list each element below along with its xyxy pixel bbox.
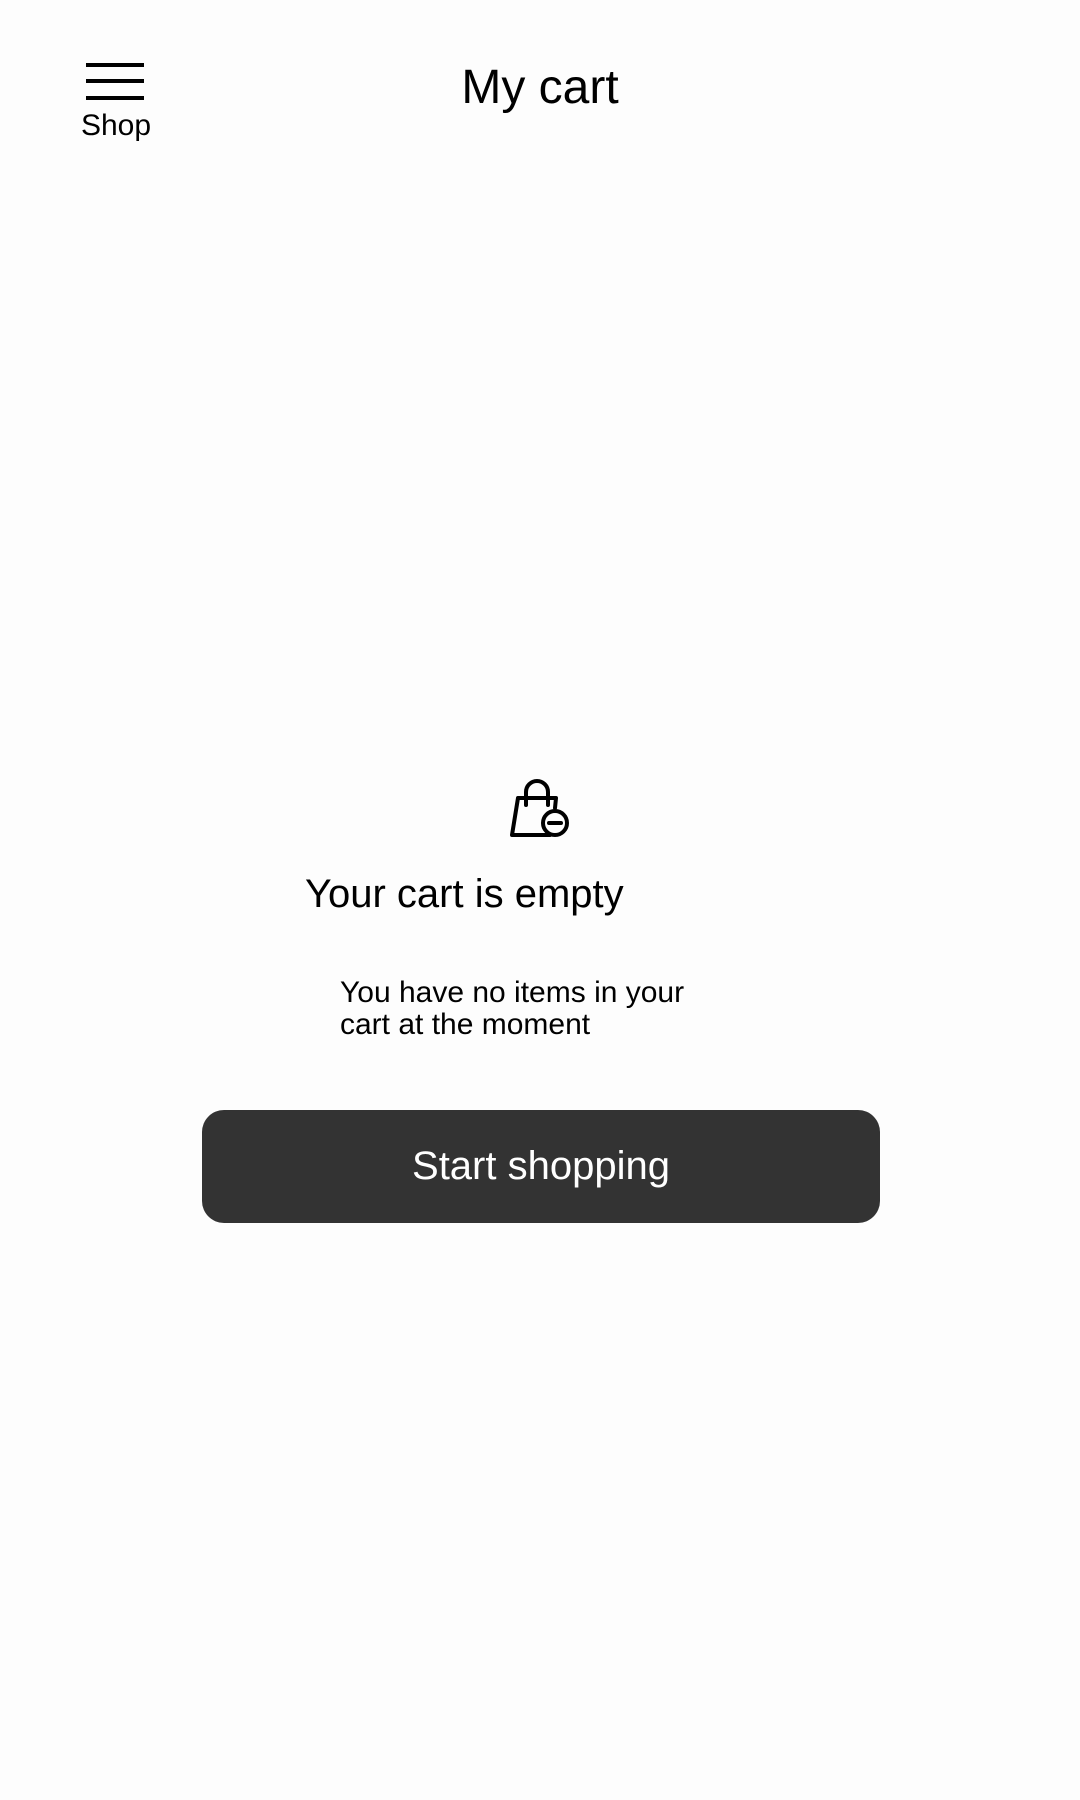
hamburger-icon[interactable] <box>86 60 144 102</box>
empty-cart-heading: Your cart is empty <box>305 872 624 916</box>
empty-cart-message: You have no items in your cart at the mo… <box>340 976 685 1041</box>
shopping-bag-minus-icon <box>510 779 569 837</box>
shop-menu-label: Shop <box>80 109 152 142</box>
shop-menu-button[interactable]: Shop <box>76 60 158 148</box>
page-title: My cart <box>461 61 619 114</box>
start-shopping-button[interactable]: Start shopping <box>202 1110 880 1223</box>
